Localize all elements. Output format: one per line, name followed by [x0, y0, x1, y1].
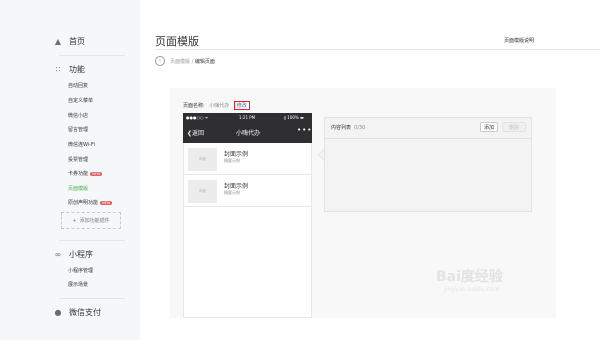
phone-back-button[interactable]: ❮返回: [187, 128, 204, 137]
sidebar-item-original-declaration[interactable]: 原创声明功能 NEW: [68, 199, 113, 206]
sidebar-item-original-label: 原创声明功能: [68, 200, 99, 206]
sidebar-item-wifi[interactable]: 微信连Wi-Fi: [68, 141, 95, 148]
new-badge: NEW: [100, 200, 113, 205]
breadcrumb-separator: /: [191, 59, 194, 65]
sidebar-item-coupons[interactable]: 卡券功能 NEW: [68, 170, 103, 177]
back-icon[interactable]: ‹: [155, 56, 165, 66]
home-icon: ▲: [54, 37, 62, 46]
phone-back-label: 返回: [192, 130, 205, 137]
sidebar-section-miniprogram[interactable]: ∞ 小程序: [53, 249, 93, 260]
cover-thumbnail: 封面: [188, 180, 217, 203]
sidebar-divider: [59, 298, 125, 299]
add-plugin-button[interactable]: + 添加功能插件: [61, 212, 121, 229]
page-title: 页面模版: [155, 35, 199, 48]
breadcrumb: 页面模版 / 编辑页面: [170, 58, 215, 65]
sidebar-item-coupons-label: 卡券功能: [68, 171, 89, 177]
sidebar-section-features[interactable]: ∷ 功能: [53, 64, 85, 75]
sidebar-divider: [59, 240, 125, 241]
watermark-url: jingyan.baidu.com: [444, 286, 500, 293]
panel-pointer-inner: [319, 150, 324, 160]
sidebar-divider: [59, 55, 125, 56]
page-name-label: 页面名称:: [183, 103, 205, 109]
breadcrumb-current: 编辑页面: [194, 59, 215, 65]
status-time: 1:21 PM: [239, 115, 256, 120]
sidebar-item-vote[interactable]: 投票管理: [68, 156, 88, 163]
template-guide-link[interactable]: 页面模版说明: [504, 37, 534, 44]
card-title: 封面示例: [224, 183, 249, 190]
content-list-count: 0/30: [354, 125, 366, 131]
add-button[interactable]: 添加: [480, 122, 498, 132]
cover-thumbnail: 封面: [188, 148, 217, 171]
sidebar-item-comments[interactable]: 留言管理: [68, 126, 88, 133]
sidebar-item-miniprogram-manage[interactable]: 小程序管理: [68, 267, 93, 274]
watermark-logo: Bai度经验: [436, 269, 503, 285]
sidebar-item-custom-menu[interactable]: 自定义菜单: [68, 97, 93, 104]
page-name-row: 页面名称: 小嗨代办 修改: [183, 101, 250, 110]
sidebar-home-label: 首页: [69, 37, 85, 46]
signal-indicator: ●●●○○ ᯤ: [186, 115, 209, 120]
phone-nav-title: 小嗨代办: [236, 130, 261, 137]
sidebar-section-wechat-pay[interactable]: ● 微信支付: [53, 307, 102, 318]
battery-indicator: ∦ 100% ▬: [284, 115, 304, 120]
card-subtitle: 摘要示例: [224, 190, 240, 195]
plus-icon: +: [72, 217, 77, 224]
sidebar-miniprogram-label: 小程序: [69, 250, 93, 259]
sidebar-item-home[interactable]: ▲ 首页: [53, 36, 85, 47]
content-list-title: 内容列表: [331, 125, 352, 131]
delete-button[interactable]: 删除: [502, 122, 526, 132]
add-plugin-label: 添加功能插件: [79, 218, 110, 224]
sidebar-item-wechat-store[interactable]: 微信小店: [68, 112, 88, 119]
sidebar-features-label: 功能: [69, 65, 85, 74]
link-icon: ∞: [54, 250, 62, 259]
breadcrumb-parent[interactable]: 页面模版: [170, 59, 190, 65]
sidebar-item-display-scene[interactable]: 展示场景: [68, 281, 88, 288]
content-list-label: 内容列表 0/30: [331, 124, 365, 131]
sidebar-wechat-pay-label: 微信支付: [69, 308, 101, 317]
pay-icon: ●: [54, 308, 62, 317]
list-item[interactable]: 封面 封面示例 摘要示例: [184, 176, 311, 207]
new-badge: NEW: [90, 171, 103, 176]
sidebar-item-auto-reply[interactable]: 自动回复: [68, 82, 88, 89]
title-divider: [155, 49, 600, 50]
card-title: 封面示例: [224, 151, 249, 158]
card-subtitle: 摘要示例: [224, 158, 240, 163]
edit-name-link[interactable]: 修改: [233, 101, 250, 110]
page-name-value: 小嗨代办: [209, 103, 230, 109]
grid-icon: ∷: [55, 65, 61, 74]
more-icon[interactable]: •••: [297, 126, 312, 134]
sidebar-item-page-templates[interactable]: 页面模版: [68, 185, 88, 192]
list-item[interactable]: 封面 封面示例 摘要示例: [184, 144, 311, 175]
